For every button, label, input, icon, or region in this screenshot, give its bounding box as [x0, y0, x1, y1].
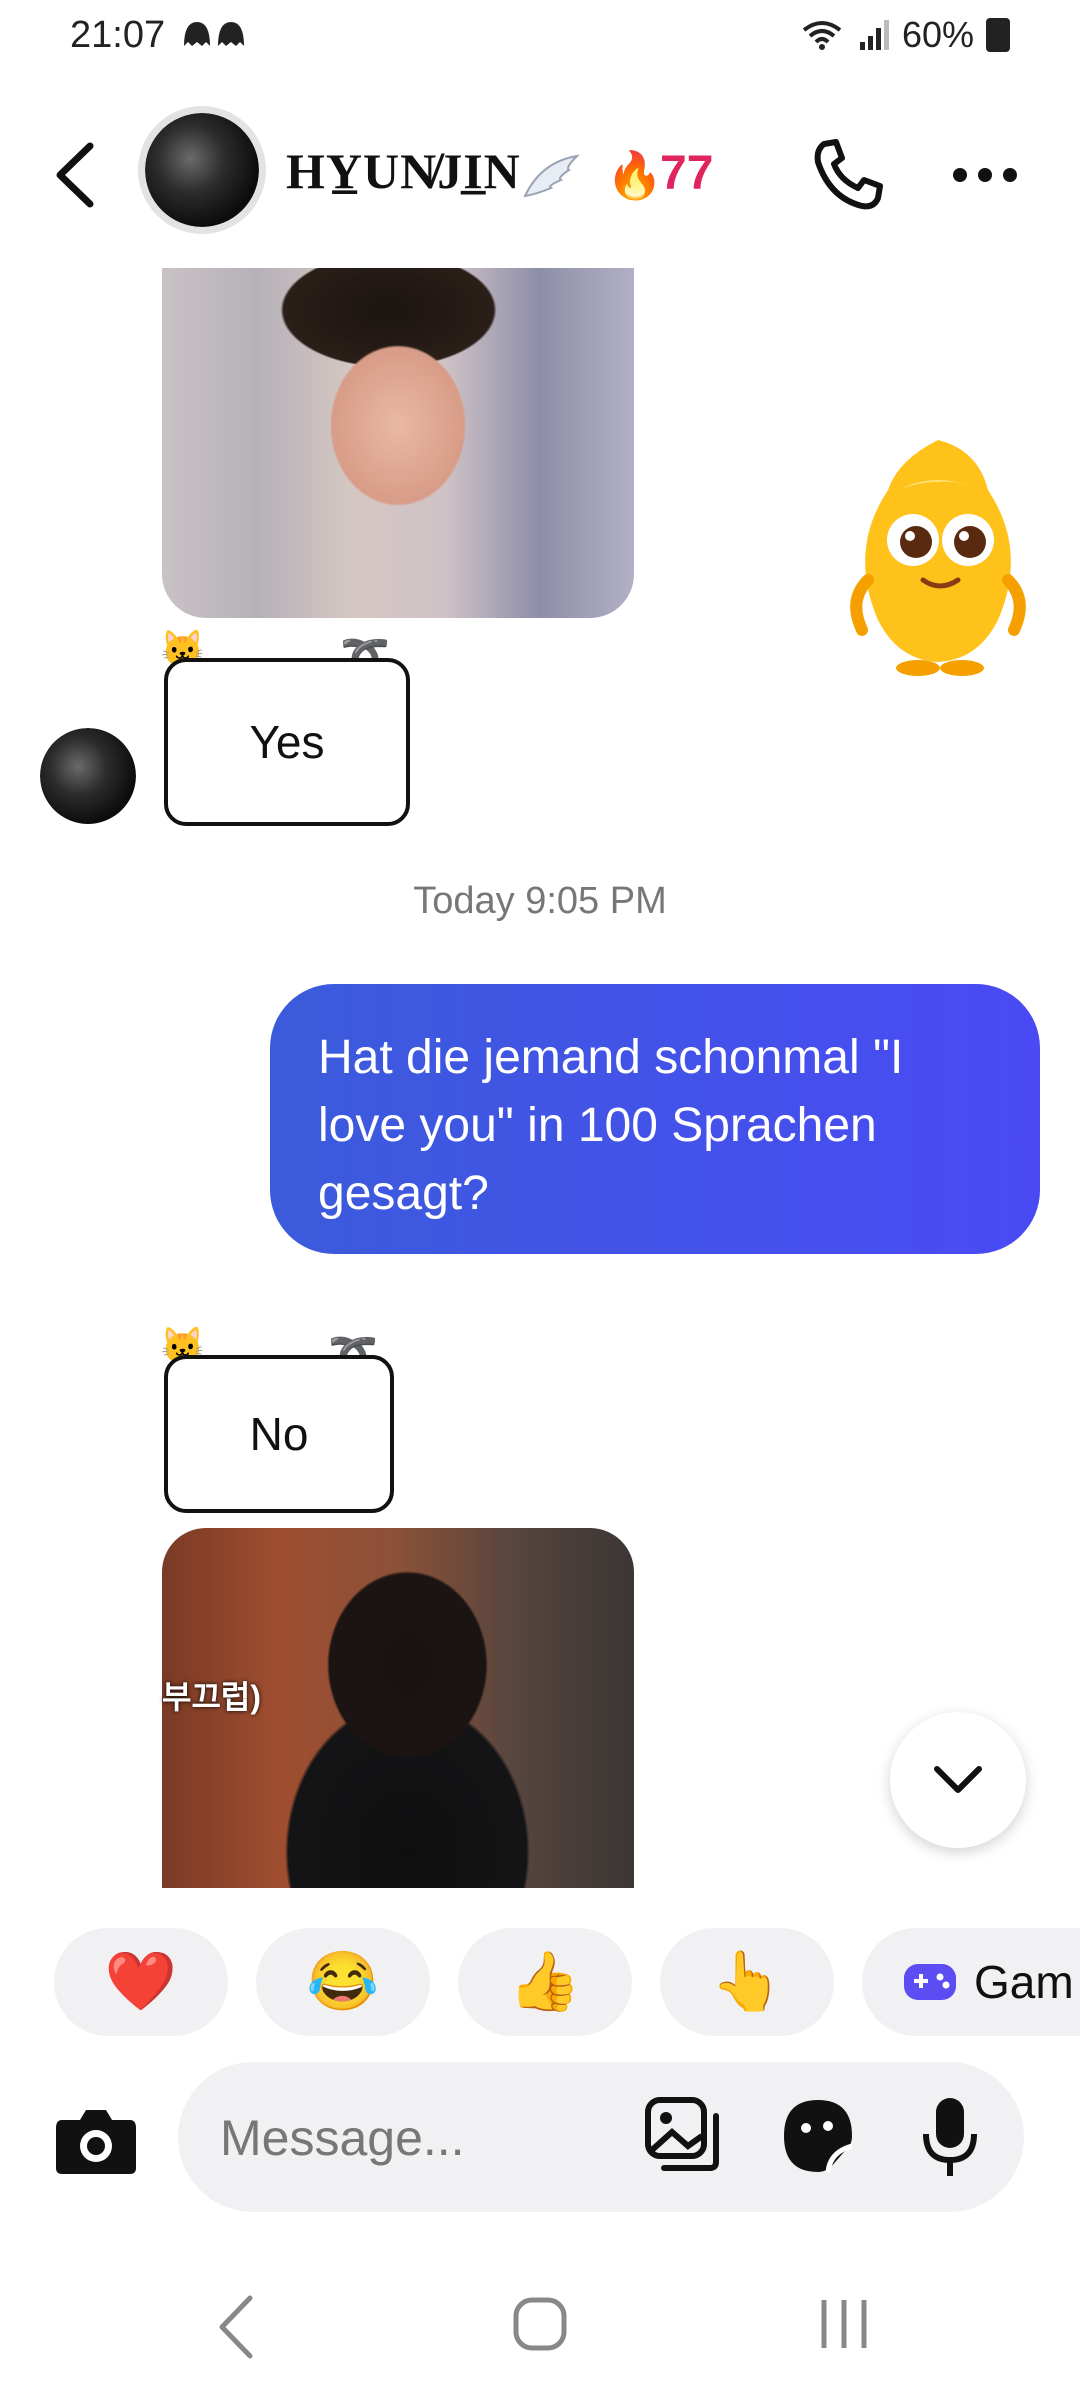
status-time: 21:07: [70, 14, 166, 56]
mascot-sticker-icon[interactable]: [828, 430, 1048, 680]
message-timestamp: Today 9:05 PM: [413, 880, 667, 922]
games-button[interactable]: Gam: [862, 1928, 1080, 2036]
scroll-to-bottom-button[interactable]: [890, 1712, 1026, 1848]
notification-icons: [180, 16, 250, 59]
camera-icon[interactable]: [54, 2102, 138, 2178]
point-up-reaction-button[interactable]: 👆: [660, 1928, 834, 2036]
status-indicators: 60%: [800, 14, 1010, 56]
microphone-icon[interactable]: [920, 2094, 980, 2180]
wing-icon: [523, 154, 580, 197]
sticker-message-yes[interactable]: Yes: [164, 658, 410, 826]
sticker-icon[interactable]: [780, 2096, 856, 2176]
streak-count: 77: [660, 147, 714, 200]
phone-call-icon[interactable]: [810, 136, 886, 212]
gamepad-icon: [904, 1964, 956, 2000]
battery-percent: 60%: [901, 14, 974, 55]
wifi-icon: [802, 21, 842, 50]
message-input[interactable]: [218, 2104, 612, 2172]
photo-caption: 부끄럽): [162, 1679, 261, 1715]
system-recents-icon[interactable]: [816, 2296, 872, 2352]
sender-avatar[interactable]: [40, 728, 136, 824]
back-arrow-icon[interactable]: [50, 140, 100, 210]
fire-icon: 🔥: [606, 149, 664, 201]
contact-name[interactable]: HY̲UN̸JI̲N: [286, 142, 581, 202]
battery-icon: [986, 18, 1010, 52]
more-options-icon[interactable]: [950, 165, 1020, 185]
laughing-reaction-button[interactable]: 😂: [256, 1928, 430, 2036]
gallery-icon[interactable]: [644, 2096, 720, 2176]
signal-icon: [859, 20, 889, 50]
thumbs-up-reaction-button[interactable]: 👍: [458, 1928, 632, 2036]
sticker-message-no[interactable]: No: [164, 1355, 394, 1513]
sent-message-bubble[interactable]: Hat die jemand schonmal "I love you" in …: [270, 984, 1040, 1254]
system-home-icon[interactable]: [512, 2296, 568, 2352]
contact-avatar[interactable]: [138, 106, 266, 234]
heart-reaction-button[interactable]: ❤️: [54, 1928, 228, 2036]
system-back-icon[interactable]: [216, 2292, 256, 2362]
received-photo[interactable]: [162, 268, 634, 618]
ghost-icon: [184, 22, 244, 46]
quick-reactions-bar: ❤️ 😂 👍 👆 Gam: [54, 1928, 1080, 2036]
chevron-down-icon: [934, 1766, 982, 1793]
